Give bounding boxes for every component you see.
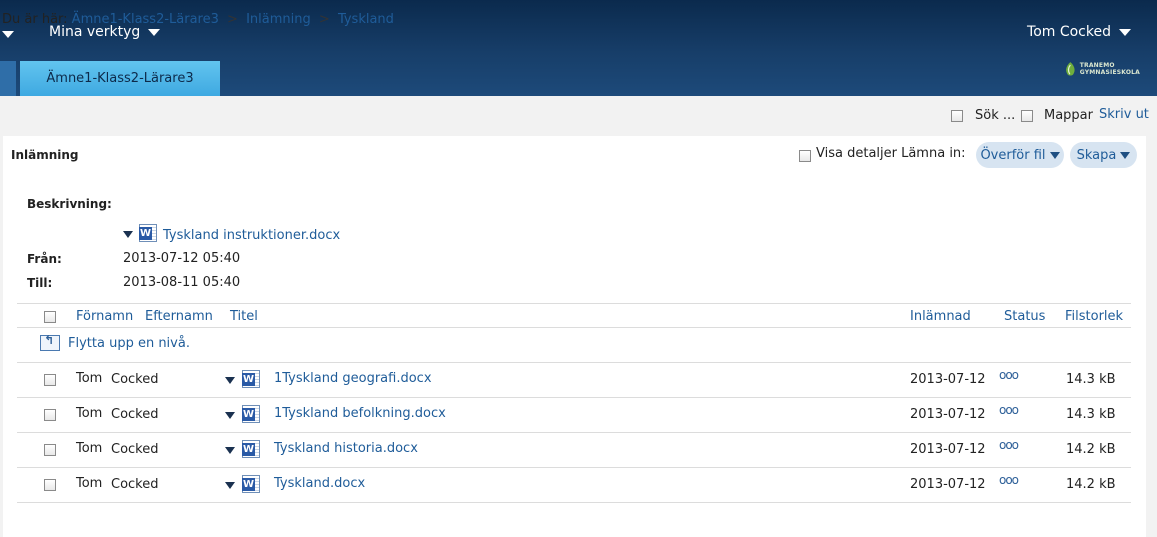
divider xyxy=(17,502,1131,503)
breadcrumb-site-link[interactable]: Ämne1-Klass2-Lärare3 xyxy=(72,12,219,27)
to-value: 2013-08-11 05:40 xyxy=(123,275,241,290)
show-details-checkbox[interactable] xyxy=(799,150,811,162)
file-size-cell: 14.3 kB xyxy=(1066,372,1116,387)
row-checkbox[interactable] xyxy=(44,374,56,386)
upload-file-label: Överför fil xyxy=(980,147,1046,163)
folder-up-icon xyxy=(40,333,60,351)
breadcrumb-current-link[interactable]: Tyskland xyxy=(338,12,394,27)
breadcrumb-prefix: Du är här: xyxy=(2,12,68,27)
word-document-icon: W xyxy=(242,370,260,388)
attachment-row: W Tyskland instruktioner.docx xyxy=(123,222,340,243)
create-label: Skapa xyxy=(1076,147,1117,163)
status-icon[interactable]: ooo xyxy=(999,473,1019,487)
row-checkbox[interactable] xyxy=(44,479,56,491)
submitted-date-cell: 2013-07-12 xyxy=(910,407,986,422)
last-name-cell: Cocked xyxy=(111,477,159,492)
select-all-checkbox[interactable] xyxy=(44,311,56,323)
user-name: Tom Cocked xyxy=(1027,24,1111,40)
print-link[interactable]: Skriv ut xyxy=(1099,107,1149,122)
status-icon[interactable]: ooo xyxy=(999,403,1019,417)
table-row: Tom Cocked W Tyskland historia.docx 2013… xyxy=(0,433,1157,467)
user-menu[interactable]: Tom Cocked xyxy=(1027,24,1131,40)
column-header-title[interactable]: Titel xyxy=(230,309,258,324)
status-icon[interactable]: ooo xyxy=(999,438,1019,452)
row-checkbox[interactable] xyxy=(44,409,56,421)
search-label[interactable]: Sök ... xyxy=(975,108,1015,123)
divider xyxy=(17,327,1131,328)
create-button[interactable]: Skapa xyxy=(1070,142,1137,168)
status-icon[interactable]: ooo xyxy=(999,368,1019,382)
submitted-date-cell: 2013-07-12 xyxy=(910,442,986,457)
attachment-link[interactable]: Tyskland instruktioner.docx xyxy=(163,228,340,243)
folders-checkbox[interactable] xyxy=(1021,110,1033,122)
show-details-label: Visa detaljer Lämna in: xyxy=(816,146,966,161)
panel-title: Inlämning xyxy=(11,148,79,162)
word-document-icon: W xyxy=(242,475,260,493)
file-title-link[interactable]: Tyskland historia.docx xyxy=(274,441,418,456)
chevron-down-icon xyxy=(1120,151,1131,159)
table-row: Tom Cocked W 1Tyskland geografi.docx 201… xyxy=(0,363,1157,397)
file-size-cell: 14.2 kB xyxy=(1066,442,1116,457)
move-up-row[interactable]: Flytta upp en nivå. xyxy=(40,333,190,351)
file-title-link[interactable]: 1Tyskland befolkning.docx xyxy=(274,406,446,421)
submitted-date-cell: 2013-07-12 xyxy=(910,372,986,387)
breadcrumb-submission-link[interactable]: Inlämning xyxy=(246,12,311,27)
last-name-cell: Cocked xyxy=(111,442,159,457)
file-title-link[interactable]: Tyskland.docx xyxy=(274,476,365,491)
table-row: Tom Cocked W 1Tyskland befolkning.docx 2… xyxy=(0,398,1157,432)
file-menu-dropdown-icon[interactable] xyxy=(225,482,235,489)
leaf-logo-icon xyxy=(1066,62,1075,76)
last-name-cell: Cocked xyxy=(111,407,159,422)
file-menu-dropdown-icon[interactable] xyxy=(225,447,235,454)
first-name-cell: Tom xyxy=(76,441,103,456)
chevron-down-icon xyxy=(1049,151,1060,159)
breadcrumb-separator: > xyxy=(227,12,238,27)
column-header-status[interactable]: Status xyxy=(1004,309,1045,324)
column-header-size[interactable]: Filstorlek xyxy=(1065,309,1123,324)
table-row: Tom Cocked W Tyskland.docx 2013-07-12 oo… xyxy=(0,468,1157,502)
column-header-last-name[interactable]: Efternamn xyxy=(145,309,213,324)
column-header-submitted[interactable]: Inlämnad xyxy=(910,309,971,324)
breadcrumb: Du är här: Ämne1-Klass2-Lärare3 > Inlämn… xyxy=(2,12,394,27)
to-label: Till: xyxy=(27,276,53,290)
submitted-date-cell: 2013-07-12 xyxy=(910,477,986,492)
from-label: Från: xyxy=(27,252,62,266)
column-header-first-name[interactable]: Förnamn xyxy=(76,309,133,324)
first-name-cell: Tom xyxy=(76,476,103,491)
first-name-cell: Tom xyxy=(76,406,103,421)
from-value: 2013-07-12 05:40 xyxy=(123,251,241,266)
main-menu-dropdown-icon[interactable] xyxy=(2,31,14,38)
file-title-link[interactable]: 1Tyskland geografi.docx xyxy=(274,371,432,386)
word-document-icon: W xyxy=(139,223,157,242)
move-up-link[interactable]: Flytta upp en nivå. xyxy=(68,336,190,351)
word-document-icon: W xyxy=(242,405,260,423)
file-menu-dropdown-icon[interactable] xyxy=(123,231,133,238)
logo-text: TRANEMO GYMNASIESKOLA xyxy=(1079,62,1141,76)
chevron-down-icon xyxy=(1119,28,1131,36)
search-checkbox[interactable] xyxy=(951,110,963,122)
chevron-down-icon xyxy=(148,28,161,36)
school-logo: TRANEMO GYMNASIESKOLA xyxy=(1064,55,1140,83)
description-label: Beskrivning: xyxy=(27,197,112,211)
folders-label[interactable]: Mappar xyxy=(1044,108,1093,123)
breadcrumb-separator: > xyxy=(318,12,330,27)
file-size-cell: 14.3 kB xyxy=(1066,407,1116,422)
row-checkbox[interactable] xyxy=(44,444,56,456)
file-size-cell: 14.2 kB xyxy=(1066,477,1116,492)
tab-scroll-left[interactable] xyxy=(0,61,16,96)
last-name-cell: Cocked xyxy=(111,372,159,387)
file-menu-dropdown-icon[interactable] xyxy=(225,377,235,384)
upload-file-button[interactable]: Överför fil xyxy=(976,142,1064,168)
tab-site-current[interactable]: Ämne1-Klass2-Lärare3 xyxy=(20,61,220,96)
first-name-cell: Tom xyxy=(76,371,103,386)
divider xyxy=(17,303,1131,304)
file-menu-dropdown-icon[interactable] xyxy=(225,412,235,419)
word-document-icon: W xyxy=(242,440,260,458)
